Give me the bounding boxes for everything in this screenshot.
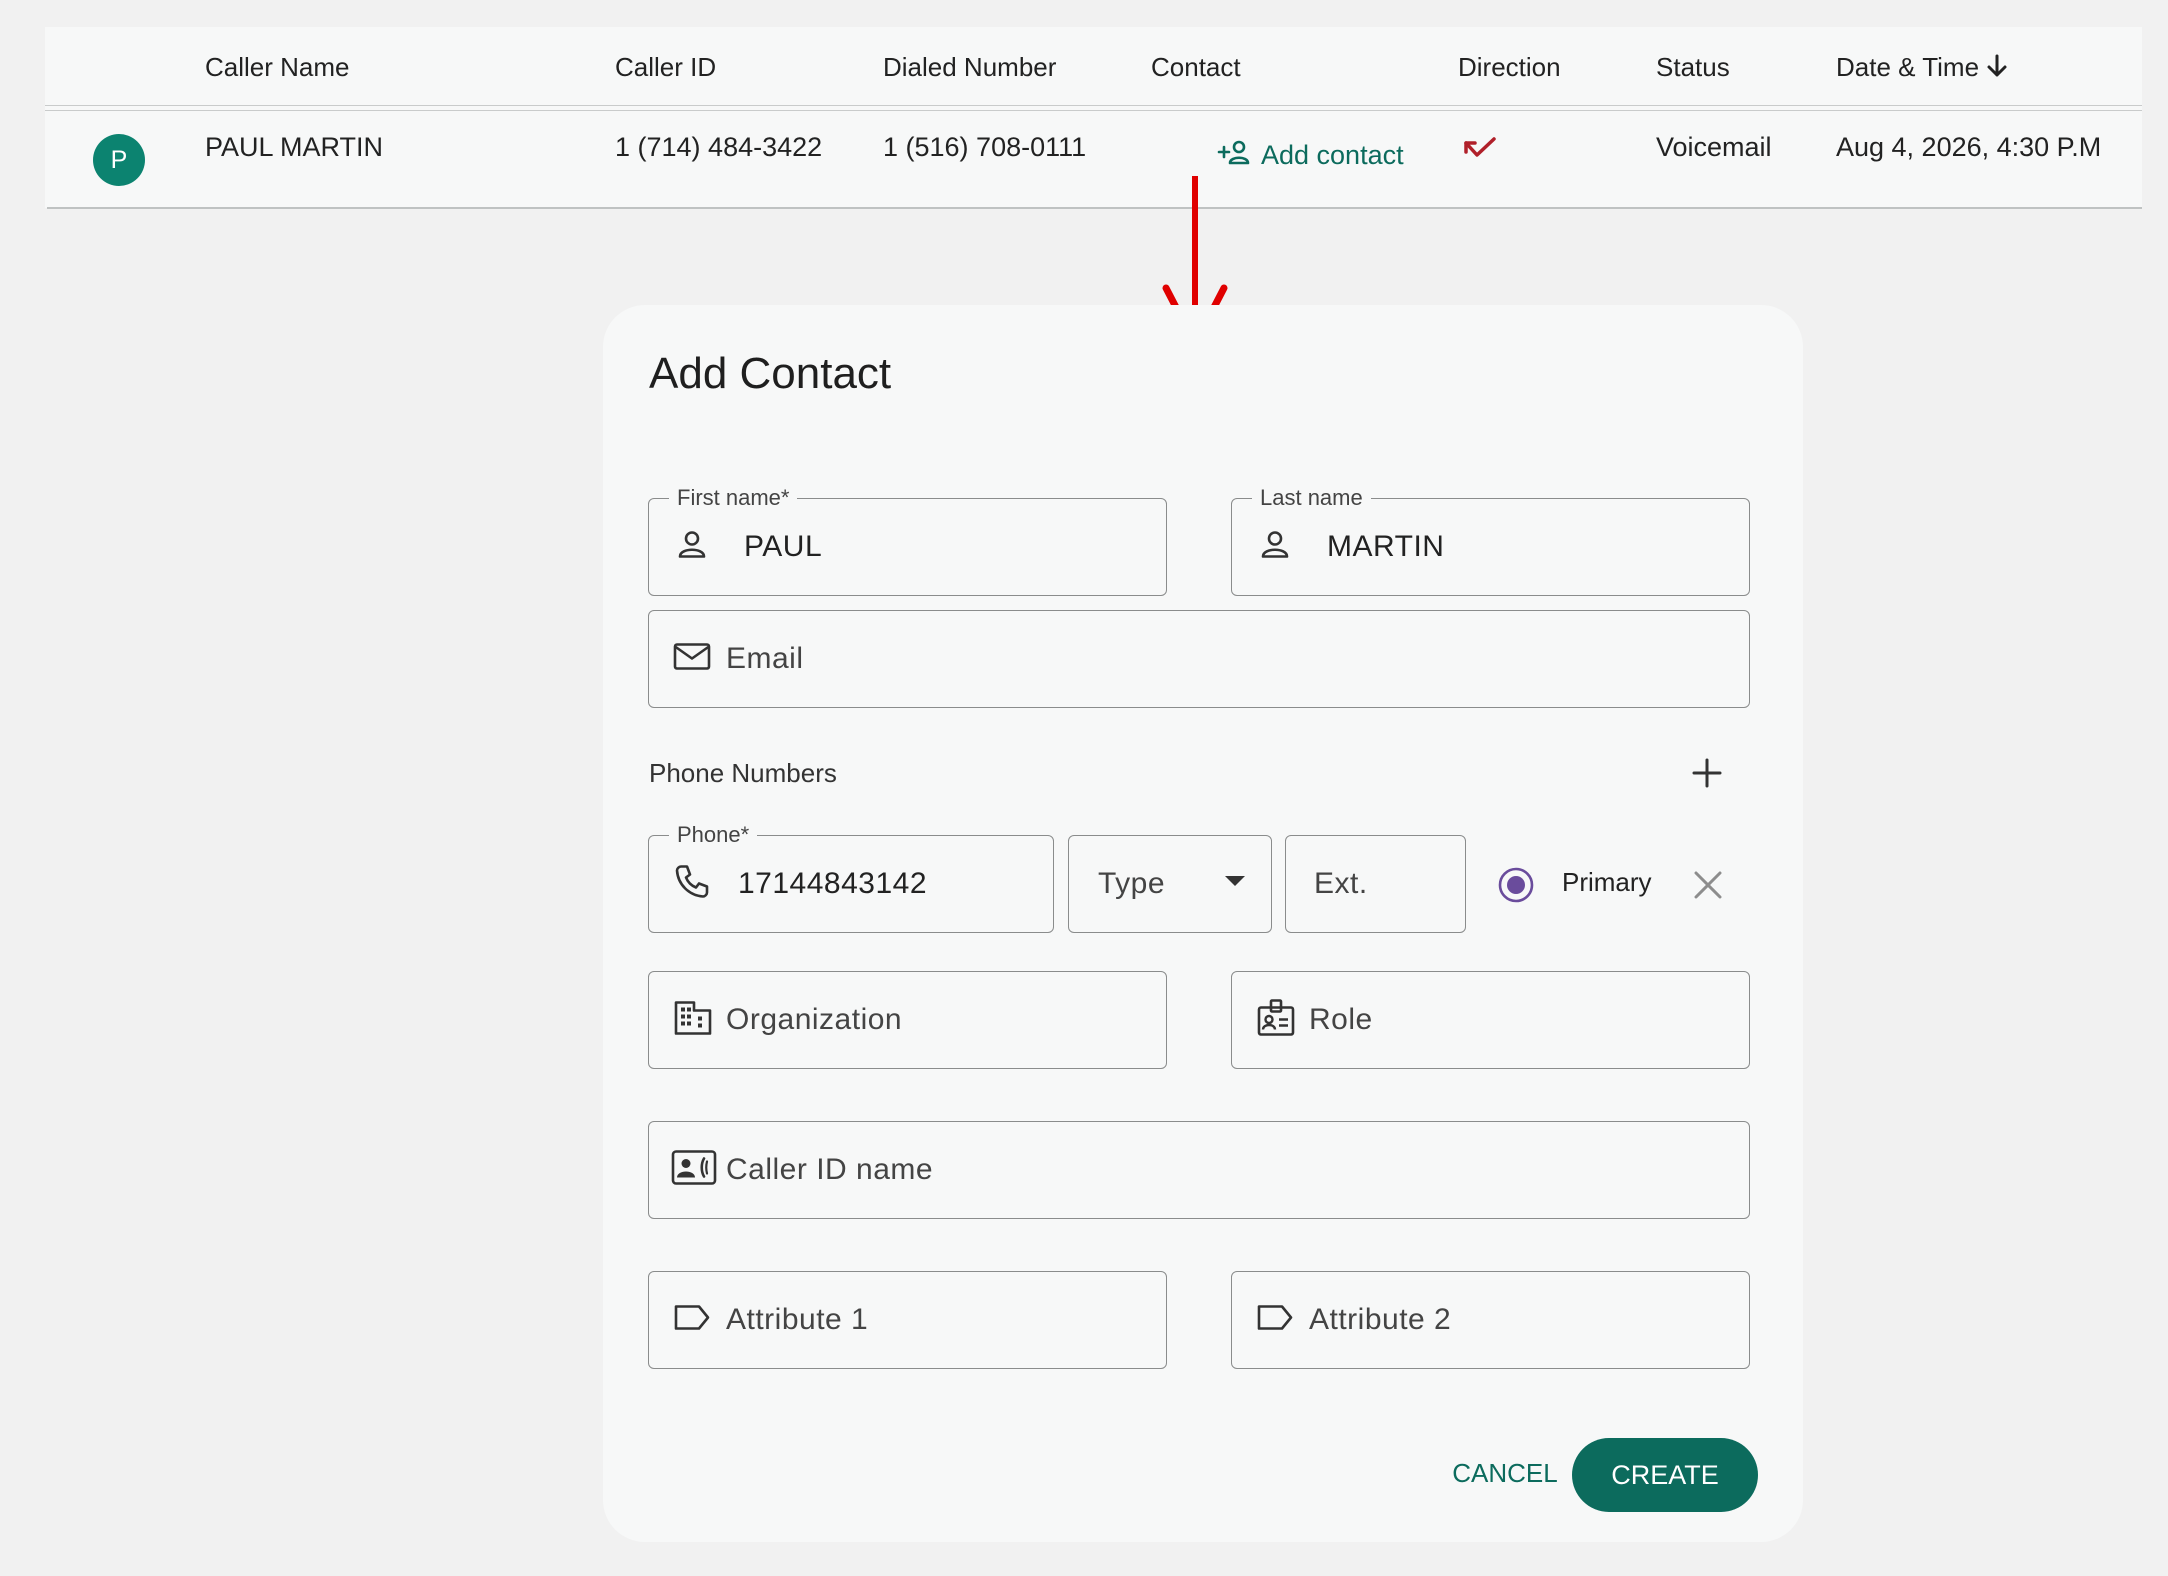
add-contact-label: Add contact [1261, 140, 1404, 170]
phone-type-select[interactable]: Type [1068, 835, 1272, 933]
phone-value: 17144843142 [738, 867, 928, 900]
extension-field[interactable]: Ext. [1285, 835, 1466, 933]
header-caller-name[interactable]: Caller Name [205, 52, 350, 83]
caller-id-name-placeholder: Caller ID name [726, 1153, 934, 1186]
cancel-button[interactable]: CANCEL [1415, 1443, 1595, 1503]
first-name-field[interactable]: First name* PAUL [648, 485, 1167, 596]
primary-label: Primary [1562, 867, 1652, 897]
contact-phone-icon [671, 1150, 717, 1191]
call-missed-icon [1460, 135, 1500, 170]
phone-numbers-heading: Phone Numbers [649, 758, 837, 788]
add-contact-dialog: Add Contact First name* PAUL Last name M… [603, 305, 1803, 1542]
person-icon [1258, 528, 1292, 567]
row-divider [47, 207, 2142, 209]
row-status: Voicemail [1656, 132, 1772, 162]
organization-field[interactable]: Organization [648, 971, 1167, 1069]
header-divider [45, 105, 2142, 106]
email-field[interactable]: Email [648, 610, 1750, 708]
header-dialed-number[interactable]: Dialed Number [883, 52, 1056, 83]
mail-icon [673, 642, 711, 677]
extension-placeholder: Ext. [1314, 867, 1368, 900]
first-name-label: First name* [669, 485, 798, 511]
person-icon [675, 528, 709, 567]
row-caller-id: 1 (714) 484-3422 [615, 132, 823, 162]
first-name-value: PAUL [744, 530, 823, 563]
row-dialed-number: 1 (516) 708-0111 [883, 132, 1087, 162]
header-status[interactable]: Status [1656, 52, 1730, 83]
remove-phone-icon[interactable] [1693, 870, 1723, 905]
row-caller-name: PAUL MARTIN [205, 132, 384, 162]
attribute-1-placeholder: Attribute 1 [726, 1303, 869, 1336]
label-tag-icon [673, 1304, 711, 1337]
last-name-field[interactable]: Last name MARTIN [1231, 485, 1750, 596]
header-direction[interactable]: Direction [1458, 52, 1561, 83]
attribute-2-placeholder: Attribute 2 [1309, 1303, 1452, 1336]
email-placeholder: Email [726, 642, 804, 675]
header-date-time-label: Date & Time [1836, 52, 1980, 82]
header-caller-id[interactable]: Caller ID [615, 52, 716, 83]
role-placeholder: Role [1309, 1003, 1373, 1036]
phone-icon [673, 863, 711, 906]
call-log-table: Caller Name Caller ID Dialed Number Cont… [45, 27, 2142, 209]
caller-id-name-field[interactable]: Caller ID name [648, 1121, 1750, 1219]
header-contact[interactable]: Contact [1151, 52, 1241, 83]
header-date-time[interactable]: Date & Time [1836, 52, 2009, 86]
table-header: Caller Name Caller ID Dialed Number Cont… [45, 27, 2142, 111]
table-row[interactable]: PAUL MARTIN 1 (714) 484-3422 1 (516) 708… [45, 111, 2142, 207]
attribute-1-field[interactable]: Attribute 1 [648, 1271, 1167, 1369]
dialog-title: Add Contact [649, 349, 892, 398]
last-name-value: MARTIN [1327, 530, 1445, 563]
phone-type-placeholder: Type [1098, 867, 1166, 900]
primary-radio[interactable] [1497, 866, 1535, 909]
row-date-time: Aug 4, 2026, 4:30 P.M [1836, 132, 2102, 162]
add-phone-icon[interactable] [1691, 757, 1723, 794]
label-tag-icon [1256, 1304, 1294, 1337]
organization-placeholder: Organization [726, 1003, 903, 1036]
caret-down-icon [1225, 875, 1245, 893]
last-name-label: Last name [1252, 485, 1371, 511]
phone-label: Phone* [669, 822, 758, 848]
arrow-down-icon [1985, 53, 2009, 86]
building-icon [673, 1000, 713, 1041]
badge-icon [1256, 998, 1296, 1043]
person-add-icon [1217, 139, 1261, 172]
role-field[interactable]: Role [1231, 971, 1750, 1069]
create-button[interactable]: CREATE [1572, 1438, 1758, 1512]
add-contact-link[interactable]: Add contact [1217, 139, 1404, 172]
attribute-2-field[interactable]: Attribute 2 [1231, 1271, 1750, 1369]
phone-field[interactable]: Phone* 17144843142 [648, 822, 1054, 933]
